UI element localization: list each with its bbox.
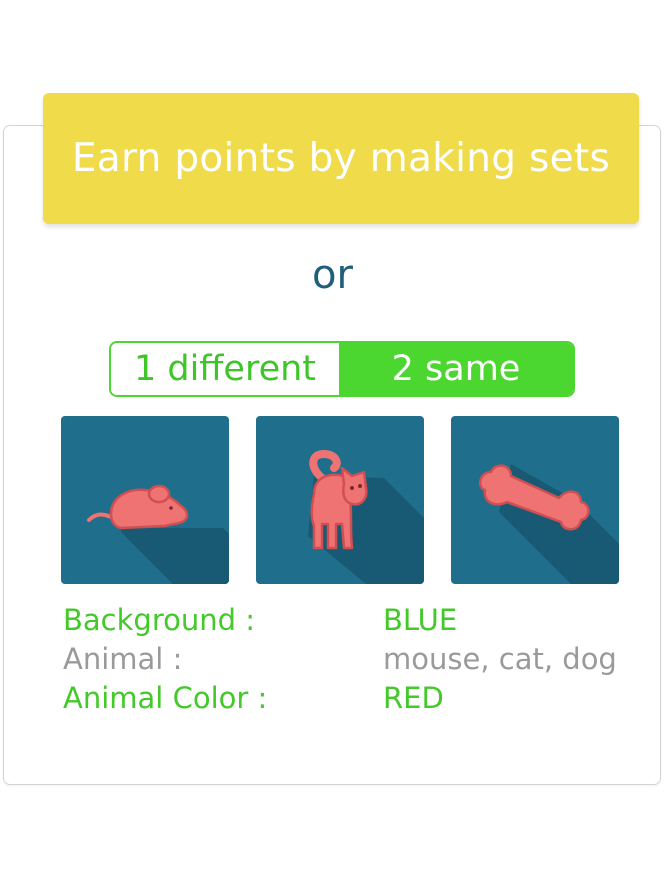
cat-icon	[256, 416, 424, 584]
bone-icon	[451, 416, 619, 584]
toggle-option-different[interactable]: 1 different	[111, 343, 339, 395]
animal-card-bone[interactable]	[451, 416, 619, 584]
banner-text: Earn points by making sets	[71, 136, 611, 181]
property-label: Animal Color :	[63, 681, 268, 715]
animal-card-cat[interactable]	[256, 416, 424, 584]
property-value: BLUE	[383, 603, 458, 637]
property-value: mouse, cat, dog	[383, 642, 617, 676]
instruction-banner: Earn points by making sets	[43, 93, 639, 224]
set-properties: Background : BLUE Animal : mouse, cat, d…	[63, 601, 643, 718]
or-separator: or	[312, 252, 353, 298]
property-row-background: Background : BLUE	[63, 601, 643, 640]
property-row-animal: Animal : mouse, cat, dog	[63, 640, 643, 679]
property-label: Background :	[63, 603, 255, 637]
toggle-option-label: 1 different	[133, 349, 317, 389]
property-row-animal-color: Animal Color : RED	[63, 679, 643, 718]
property-label: Animal :	[63, 642, 183, 676]
mode-toggle[interactable]: 1 different 2 same	[109, 341, 575, 397]
toggle-option-same[interactable]: 2 same	[339, 343, 573, 395]
toggle-option-label: 2 same	[391, 349, 521, 389]
animal-card-mouse[interactable]	[61, 416, 229, 584]
mouse-icon	[61, 416, 229, 584]
property-value: RED	[383, 681, 444, 715]
